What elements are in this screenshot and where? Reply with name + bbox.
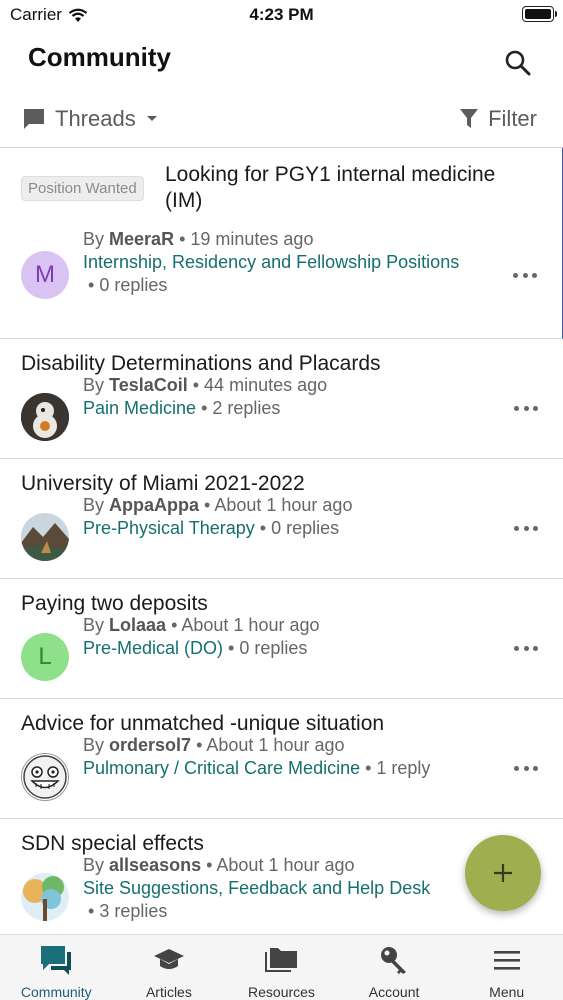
tab-menu[interactable]: Menu [450,935,563,1000]
filter-label: Filter [488,106,537,131]
toolbar: Threads Filter [0,96,563,148]
avatar-image [23,755,67,799]
thread-replies: 0 replies [99,275,168,295]
avatar[interactable]: L [21,633,69,681]
tab-label: Account [368,984,420,1000]
tab-label: Articles [145,984,192,1000]
thread-author[interactable]: MeeraR [109,229,174,249]
threads-dropdown[interactable]: Threads [22,106,159,132]
avatar-letter: L [38,643,52,670]
thread-replies: 0 replies [239,638,308,658]
by-label: By [83,495,105,515]
thread-row[interactable]: Disability Determinations and Placards B… [0,339,563,459]
by-label: By [83,229,105,249]
hamburger-icon [490,943,524,977]
more-options-button[interactable] [514,403,538,413]
by-label: By [83,855,105,875]
avatar[interactable] [21,753,69,801]
page-title: Community [28,42,171,72]
thread-author[interactable]: allseasons [109,855,201,875]
thread-meta: By MeeraR • 19 minutes ago Internship, R… [83,228,492,297]
thread-title[interactable]: Looking for PGY1 internal medicine (IM) [165,162,522,214]
header: Community [0,30,563,96]
filter-button[interactable]: Filter [459,106,537,132]
thread-row[interactable]: University of Miami 2021-2022 By AppaApp… [0,459,563,579]
avatar[interactable]: M [21,251,69,299]
thread-row[interactable]: Position Wanted Looking for PGY1 interna… [0,148,563,339]
by-label: By [83,735,105,755]
thread-time: About 1 hour ago [181,615,320,635]
search-button[interactable] [503,48,533,78]
tab-account[interactable]: Account [338,935,451,1000]
avatar[interactable] [21,513,69,561]
thread-tag: Position Wanted [21,176,144,201]
thread-author[interactable]: AppaAppa [109,495,199,515]
thread-list: Position Wanted Looking for PGY1 interna… [0,148,563,934]
thread-category[interactable]: Site Suggestions, Feedback and Help Desk [83,878,430,898]
plus-icon [494,864,512,882]
avatar-letter: M [35,261,55,288]
thread-category[interactable]: Pulmonary / Critical Care Medicine [83,758,360,778]
tab-articles[interactable]: Articles [113,935,226,1000]
thread-replies: 3 replies [99,901,168,921]
thread-time: About 1 hour ago [216,855,355,875]
thread-meta: By TeslaCoil • 44 minutes ago Pain Medic… [83,375,328,418]
thread-replies: 2 replies [212,398,281,418]
new-thread-button[interactable] [465,835,541,911]
status-time: 4:23 PM [249,5,314,24]
avatar-image [21,393,69,441]
by-label: By [83,375,105,395]
thread-category[interactable]: Pain Medicine [83,398,196,418]
thread-author[interactable]: TeslaCoil [109,375,188,395]
tab-bar: Community Articles Resources Account Men… [0,934,563,1000]
more-options-button[interactable] [514,523,538,533]
folders-icon [264,943,298,977]
more-options-button[interactable] [514,643,538,653]
more-options-button[interactable] [513,270,537,280]
thread-category[interactable]: Internship, Residency and Fellowship Pos… [83,251,492,274]
thread-category[interactable]: Pre-Physical Therapy [83,518,255,538]
tab-label: Community [20,984,92,1000]
avatar-image [21,513,69,561]
thread-meta: By AppaAppa • About 1 hour ago Pre-Physi… [83,495,353,538]
tab-label: Menu [489,984,525,1000]
status-bar: Carrier 4:23 PM [0,0,563,30]
thread-row[interactable]: Paying two deposits L By Lolaaa • About … [0,579,563,699]
battery-icon [522,6,557,22]
thread-replies: 0 replies [271,518,340,538]
chat-bubble-icon [24,109,44,129]
avatar-image [21,873,69,921]
thread-meta: By ordersol7 • About 1 hour ago Pulmonar… [83,735,431,778]
search-icon [505,50,531,76]
thread-author[interactable]: Lolaaa [109,615,166,635]
thread-time: About 1 hour ago [206,735,345,755]
thread-meta: By allseasons • About 1 hour ago Site Su… [83,855,431,921]
thread-row[interactable]: Advice for unmatched -unique situation B… [0,699,563,819]
threads-label: Threads [55,106,136,131]
thread-replies: 1 reply [376,758,431,778]
chat-bubbles-icon [39,943,73,977]
thread-meta: By Lolaaa • About 1 hour ago Pre-Medical… [83,615,320,658]
filter-icon [460,109,479,128]
caret-down-icon [146,116,157,121]
thread-time: About 1 hour ago [214,495,353,515]
tab-community[interactable]: Community [0,935,113,1000]
key-icon [377,943,411,977]
avatar[interactable] [21,393,69,441]
thread-time: 44 minutes ago [204,375,328,395]
graduation-cap-icon [152,943,186,977]
by-label: By [83,615,105,635]
tab-resources[interactable]: Resources [225,935,338,1000]
thread-author[interactable]: ordersol7 [109,735,191,755]
thread-category[interactable]: Pre-Medical (DO) [83,638,223,658]
thread-time: 19 minutes ago [190,229,314,249]
tab-label: Resources [248,984,315,1000]
avatar[interactable] [21,873,69,921]
more-options-button[interactable] [514,763,538,773]
